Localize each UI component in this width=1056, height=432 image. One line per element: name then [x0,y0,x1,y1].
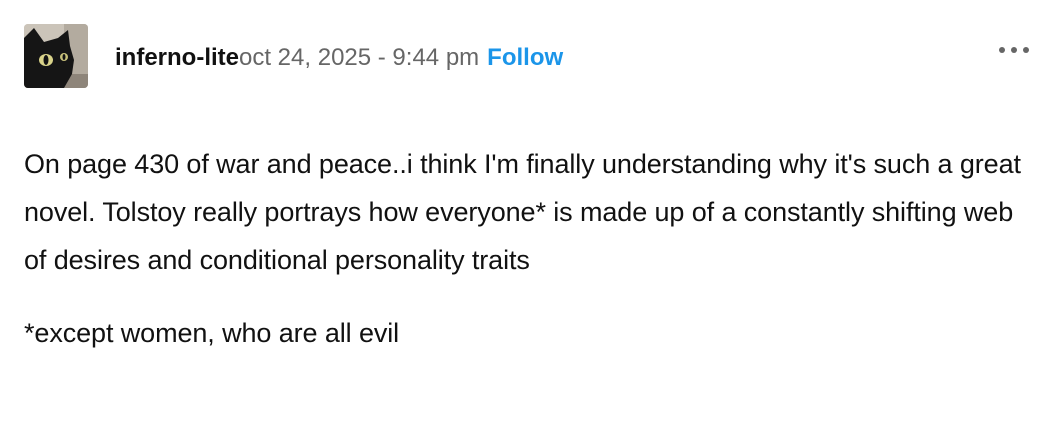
post-timestamp[interactable]: oct 24, 2025 - 9:44 pm [239,44,479,72]
ellipsis-icon [1023,47,1029,53]
post-header: inferno-lite oct 24, 2025 - 9:44 pm Foll… [24,24,1034,88]
more-options-button[interactable] [994,38,1034,62]
post: inferno-lite oct 24, 2025 - 9:44 pm Foll… [0,0,1056,432]
post-meta: inferno-lite oct 24, 2025 - 9:44 pm Foll… [115,44,563,74]
black-cat-avatar-icon [24,24,88,88]
post-paragraph: On page 430 of war and peace..i think I'… [24,149,1021,275]
author-username[interactable]: inferno-lite [115,44,239,72]
follow-button[interactable]: Follow [487,44,563,72]
ellipsis-icon [1011,47,1017,53]
post-body: On page 430 of war and peace..i think I'… [24,140,1024,357]
post-paragraph: *except women, who are all evil [24,318,400,348]
author-avatar[interactable] [24,24,88,88]
ellipsis-icon [999,47,1005,53]
